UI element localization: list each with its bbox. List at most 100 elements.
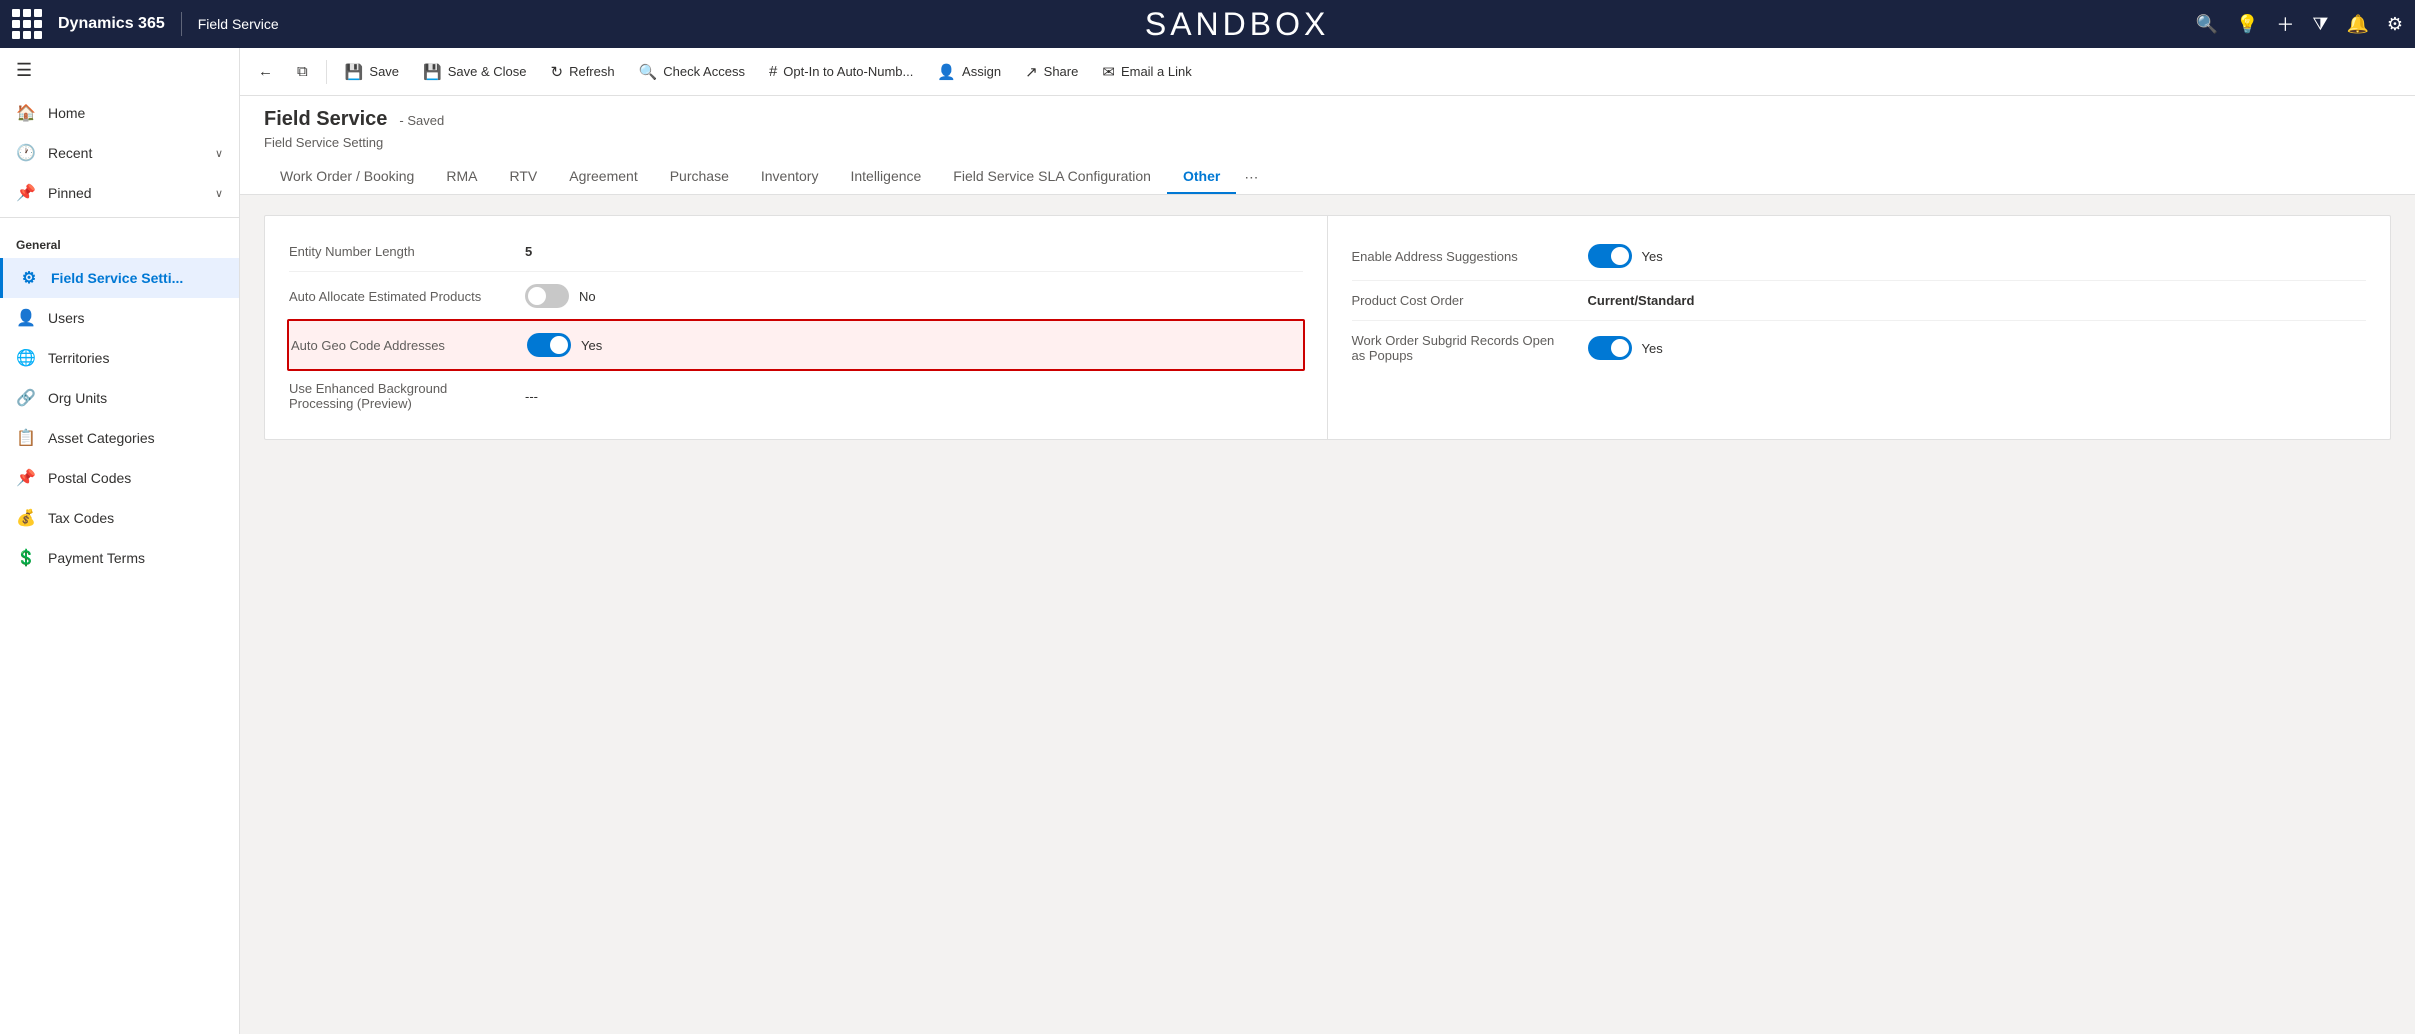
sidebar-item-postal-codes[interactable]: 📌 Postal Codes — [0, 458, 239, 498]
sidebar-item-users[interactable]: 👤 Users — [0, 298, 239, 338]
main-content: ← ⧉ 💾 Save 💾 Save & Close ↻ Refresh 🔍 Ch… — [240, 48, 2415, 1034]
payment-terms-icon: 💲 — [16, 548, 36, 568]
auto-geo-code-toggle[interactable] — [527, 333, 571, 357]
sidebar-item-asset-categories[interactable]: 📋 Asset Categories — [0, 418, 239, 458]
page-header: Field Service - Saved Field Service Sett… — [240, 96, 2415, 195]
top-navigation: Dynamics 365 Field Service SANDBOX 🔍 💡 ＋… — [0, 0, 2415, 48]
auto-geo-code-label: Auto Geo Code Addresses — [291, 338, 511, 353]
share-button[interactable]: ↗ Share — [1015, 57, 1088, 87]
email-link-icon: ✉ — [1102, 63, 1115, 81]
sidebar-item-pinned-label: Pinned — [48, 185, 92, 201]
product-cost-order-label: Product Cost Order — [1352, 293, 1572, 308]
refresh-button[interactable]: ↻ Refresh — [541, 57, 625, 87]
cmd-separator-1 — [326, 60, 327, 84]
tab-intelligence[interactable]: Intelligence — [834, 160, 937, 194]
product-cost-order-row: Product Cost Order Current/Standard — [1352, 281, 2367, 321]
tab-bar: Work Order / Booking RMA RTV Agreement P… — [264, 160, 2391, 194]
recent-chevron-icon: ∨ — [215, 147, 223, 160]
tax-codes-icon: 💰 — [16, 508, 36, 528]
sidebar-item-field-service-settings[interactable]: ⚙ Field Service Setti... — [0, 258, 239, 298]
command-bar: ← ⧉ 💾 Save 💾 Save & Close ↻ Refresh 🔍 Ch… — [240, 48, 2415, 96]
email-link-button[interactable]: ✉ Email a Link — [1092, 57, 1201, 87]
work-order-subgrid-toggle[interactable] — [1588, 336, 1632, 360]
settings-icon[interactable]: ⚙ — [2387, 14, 2403, 35]
refresh-label: Refresh — [569, 64, 615, 79]
tab-work-order-booking[interactable]: Work Order / Booking — [264, 160, 430, 194]
auto-allocate-toggle-label: No — [579, 289, 596, 304]
assign-icon: 👤 — [937, 63, 956, 81]
hamburger-button[interactable]: ☰ — [0, 48, 239, 93]
auto-geo-code-toggle-knob — [550, 336, 568, 354]
search-icon[interactable]: 🔍 — [2196, 14, 2218, 35]
work-order-subgrid-toggle-label: Yes — [1642, 341, 1663, 356]
org-units-icon: 🔗 — [16, 388, 36, 408]
new-window-icon: ⧉ — [297, 63, 308, 80]
tab-rma[interactable]: RMA — [430, 160, 493, 194]
tab-field-service-sla[interactable]: Field Service SLA Configuration — [937, 160, 1167, 194]
sidebar-item-territories-label: Territories — [48, 350, 109, 366]
form-columns: Entity Number Length 5 Auto Allocate Est… — [265, 216, 2390, 439]
page-title-row: Field Service - Saved — [264, 108, 2391, 131]
sidebar-item-org-units[interactable]: 🔗 Org Units — [0, 378, 239, 418]
save-button[interactable]: 💾 Save — [335, 57, 409, 87]
share-label: Share — [1044, 64, 1079, 79]
page-saved-label: - Saved — [399, 113, 444, 128]
back-button[interactable]: ← — [248, 57, 283, 86]
save-close-label: Save & Close — [448, 64, 527, 79]
work-order-subgrid-toggle-wrapper: Yes — [1588, 336, 2367, 360]
save-close-button[interactable]: 💾 Save & Close — [413, 57, 536, 87]
lightbulb-icon[interactable]: 💡 — [2236, 14, 2258, 35]
sidebar-item-recent-label: Recent — [48, 145, 92, 161]
save-close-icon: 💾 — [423, 63, 442, 81]
enhanced-background-label: Use Enhanced Background Processing (Prev… — [289, 381, 509, 411]
territories-icon: 🌐 — [16, 348, 36, 368]
tab-other[interactable]: Other — [1167, 160, 1236, 194]
enhanced-background-row: Use Enhanced Background Processing (Prev… — [289, 369, 1303, 423]
sidebar-item-pinned[interactable]: 📌 Pinned ∨ — [0, 173, 239, 213]
sidebar-item-org-units-label: Org Units — [48, 390, 107, 406]
entity-number-length-row: Entity Number Length 5 — [289, 232, 1303, 272]
new-window-button[interactable]: ⧉ — [287, 57, 318, 86]
assign-button[interactable]: 👤 Assign — [927, 57, 1011, 87]
top-nav-icons: 🔍 💡 ＋ ⧩ 🔔 ⚙ — [2196, 11, 2403, 37]
sidebar-item-home[interactable]: 🏠 Home — [0, 93, 239, 133]
auto-allocate-toggle[interactable] — [525, 284, 569, 308]
refresh-icon: ↻ — [551, 63, 564, 81]
add-icon[interactable]: ＋ — [2276, 11, 2294, 37]
sidebar-item-recent[interactable]: 🕐 Recent ∨ — [0, 133, 239, 173]
work-order-subgrid-label: Work Order Subgrid Records Open as Popup… — [1352, 333, 1572, 363]
check-access-icon: 🔍 — [639, 63, 658, 81]
assign-label: Assign — [962, 64, 1001, 79]
auto-geo-code-toggle-wrapper: Yes — [527, 333, 1301, 357]
tab-purchase[interactable]: Purchase — [654, 160, 745, 194]
tab-rtv[interactable]: RTV — [493, 160, 553, 194]
sidebar-item-postal-codes-label: Postal Codes — [48, 470, 131, 486]
check-access-button[interactable]: 🔍 Check Access — [629, 57, 755, 87]
form-card: Entity Number Length 5 Auto Allocate Est… — [264, 215, 2391, 440]
app-launcher-button[interactable] — [12, 9, 42, 39]
tab-more-button[interactable]: ⋯ — [1236, 161, 1266, 194]
auto-allocate-toggle-wrapper: No — [525, 284, 1303, 308]
opt-in-button[interactable]: # Opt-In to Auto-Numb... — [759, 57, 923, 86]
tab-inventory[interactable]: Inventory — [745, 160, 835, 194]
product-cost-order-value: Current/Standard — [1588, 293, 2367, 308]
asset-categories-icon: 📋 — [16, 428, 36, 448]
pinned-icon: 📌 — [16, 183, 36, 203]
sidebar-item-tax-codes[interactable]: 💰 Tax Codes — [0, 498, 239, 538]
sidebar: ☰ 🏠 Home 🕐 Recent ∨ 📌 Pinned ∨ General ⚙… — [0, 48, 240, 1034]
module-name: Field Service — [198, 16, 279, 32]
field-service-settings-icon: ⚙ — [19, 268, 39, 288]
tab-agreement[interactable]: Agreement — [553, 160, 653, 194]
filter-icon[interactable]: ⧩ — [2312, 14, 2328, 35]
sidebar-item-users-label: Users — [48, 310, 85, 326]
sidebar-item-territories[interactable]: 🌐 Territories — [0, 338, 239, 378]
auto-allocate-label: Auto Allocate Estimated Products — [289, 289, 509, 304]
nav-divider — [181, 12, 182, 36]
users-icon: 👤 — [16, 308, 36, 328]
notification-icon[interactable]: 🔔 — [2346, 14, 2368, 35]
auto-allocate-toggle-knob — [528, 287, 546, 305]
enable-address-suggestions-toggle[interactable] — [1588, 244, 1632, 268]
auto-geo-code-row: Auto Geo Code Addresses Yes — [287, 319, 1305, 371]
sidebar-item-payment-terms[interactable]: 💲 Payment Terms — [0, 538, 239, 578]
sidebar-item-home-label: Home — [48, 105, 85, 121]
